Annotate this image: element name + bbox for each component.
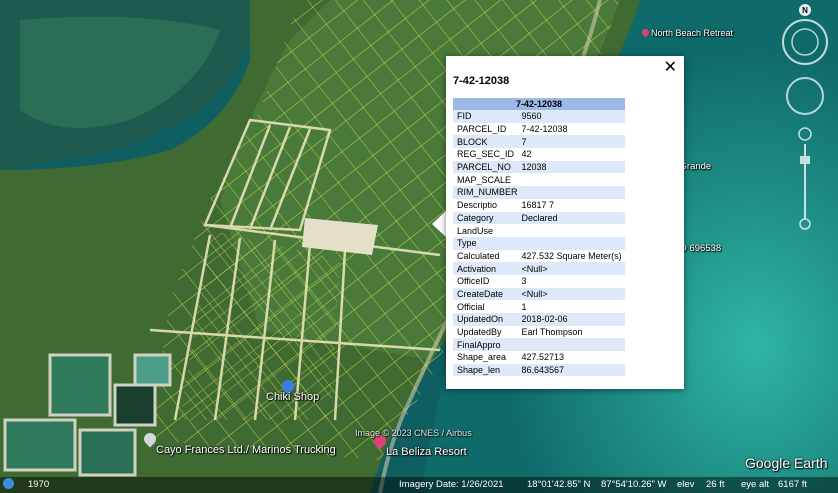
attribute-row: Activation <Null> [453, 262, 625, 275]
attribute-value: 9560 [517, 110, 625, 123]
attribute-row: Official 1 [453, 300, 625, 313]
attribute-value: 427.52713 [521, 352, 565, 363]
popup-pointer [432, 210, 447, 238]
eye-altitude: 6167 ft [778, 479, 808, 490]
compass-icon[interactable]: N [782, 4, 828, 65]
google-earth-logo: Google Earth [745, 455, 828, 471]
attribute-row: Calculated 427.532 Square Meter(s) [453, 250, 625, 263]
zoom-slider[interactable] [798, 127, 812, 230]
attribute-key: Descriptio [457, 200, 498, 211]
attribute-key: Category [453, 211, 518, 225]
attribute-key: LandUse [457, 225, 494, 236]
attribute-value [517, 338, 625, 352]
attribute-value: Declared [517, 211, 625, 225]
attribute-key: PARCEL_ID [457, 124, 507, 135]
place-label-la-beliza[interactable]: La Beliza Resort [386, 446, 467, 458]
attribute-row: LandUse [453, 224, 625, 237]
attribute-key: Type [453, 236, 518, 250]
compass-north-label: N [802, 6, 808, 15]
attribute-key: RIM_NUMBER [453, 186, 518, 199]
attribute-value: 3 [521, 276, 527, 287]
attribute-row: Shape_area 427.52713 [453, 351, 625, 364]
attribute-row: REG_SEC_ID 42 [453, 148, 625, 161]
attribute-row: FID 9560 [453, 110, 625, 123]
attribute-key: FID [453, 110, 518, 123]
attribute-key: UpdatedBy [457, 327, 502, 338]
attribute-row: Type [453, 236, 625, 250]
close-icon[interactable]: ✕ [664, 57, 677, 77]
look-joystick-icon[interactable] [786, 77, 824, 115]
attribute-value: <Null> [517, 262, 625, 275]
attribute-row: MAP_SCALE [453, 173, 625, 186]
attribute-value: <Null> [517, 287, 625, 301]
attribute-value: 2018-02-06 [517, 313, 625, 326]
attribute-value [518, 224, 625, 237]
attribute-key: Official [457, 301, 485, 312]
imagery-date: Imagery Date: 1/26/2021 [399, 479, 504, 490]
attribute-key: CreateDate [453, 287, 518, 301]
attribute-key: UpdatedOn [453, 313, 518, 326]
attribute-value: 86.643567 [517, 363, 625, 377]
attribute-value: 42 [521, 149, 532, 160]
attribute-row: Shape_len 86.643567 [453, 363, 625, 377]
attribute-row: CreateDate <Null> [453, 287, 625, 301]
attribute-row: OfficeID 3 [453, 275, 625, 288]
attribute-value [517, 186, 625, 199]
attribute-key: FinalAppro [453, 338, 518, 352]
attribute-value: 12038 [517, 160, 625, 174]
elevation-label: elev [677, 479, 695, 490]
place-label-north-beach[interactable]: North Beach Retreat [640, 27, 733, 38]
attribute-key: OfficeID [457, 276, 490, 287]
attribute-value: 7 [517, 135, 625, 149]
attribute-key: PARCEL_NO [453, 160, 518, 174]
attribute-row: FinalAppro [453, 338, 625, 352]
place-pin-icon [640, 27, 651, 38]
attribute-row: UpdatedBy Earl Thompson [453, 326, 625, 339]
attribute-value: 16817 7 [521, 200, 555, 211]
attribute-value: 1 [521, 301, 527, 312]
parcel-info-popup: 7-42-12038 ✕ 7-42-12038 FID 9560 PARCEL_ID… [446, 56, 684, 389]
attribute-table: 7-42-12038 FID 9560 PARCEL_ID 7-42-12038 BLO… [453, 98, 625, 377]
attribute-key: MAP_SCALE [457, 174, 512, 185]
status-bar: 1970 Imagery Date: 1/26/2021 18°01'42.85… [0, 477, 838, 493]
elevation: 26 ft [706, 479, 725, 490]
attribute-key: Shape_area [457, 352, 507, 363]
attribute-key: BLOCK [453, 135, 518, 149]
attribute-key: Activation [453, 262, 518, 275]
table-header: 7-42-12038 [453, 98, 625, 110]
historical-year: 1970 [28, 479, 50, 490]
attribute-value [517, 236, 625, 250]
historical-imagery-icon[interactable] [3, 478, 14, 489]
attribute-key: Calculated [457, 250, 500, 261]
navigation-controls[interactable]: N [781, 4, 829, 234]
imagery-credit: Image © 2023 CNES / Airbus [355, 428, 472, 438]
attribute-row: Category Declared [453, 211, 625, 225]
place-label-chiki-shop[interactable]: Chiki Shop [266, 391, 319, 403]
attribute-key: Shape_len [453, 363, 518, 377]
latitude: 18°01'42.85" N [527, 479, 591, 490]
attribute-row: RIM_NUMBER [453, 186, 625, 199]
attribute-value [518, 173, 625, 186]
attribute-value: 427.532 Square Meter(s) [521, 250, 622, 261]
attribute-row: PARCEL_ID 7-42-12038 [453, 123, 625, 136]
attribute-value: Earl Thompson [521, 327, 583, 338]
attribute-row: BLOCK 7 [453, 135, 625, 149]
eye-alt-label: eye alt [741, 479, 769, 490]
attribute-row: PARCEL_NO 12038 [453, 160, 625, 174]
attribute-key: REG_SEC_ID [457, 149, 515, 160]
popup-title: 7-42-12038 [453, 75, 510, 87]
attribute-row: UpdatedOn 2018-02-06 [453, 313, 625, 326]
longitude: 87°54'10.26" W [601, 479, 667, 490]
attribute-value: 7-42-12038 [521, 124, 568, 135]
attribute-row: Descriptio 16817 7 [453, 199, 625, 212]
place-label-cayo-frances[interactable]: Cayo Frances Ltd./ Marinos Trucking [156, 444, 336, 456]
